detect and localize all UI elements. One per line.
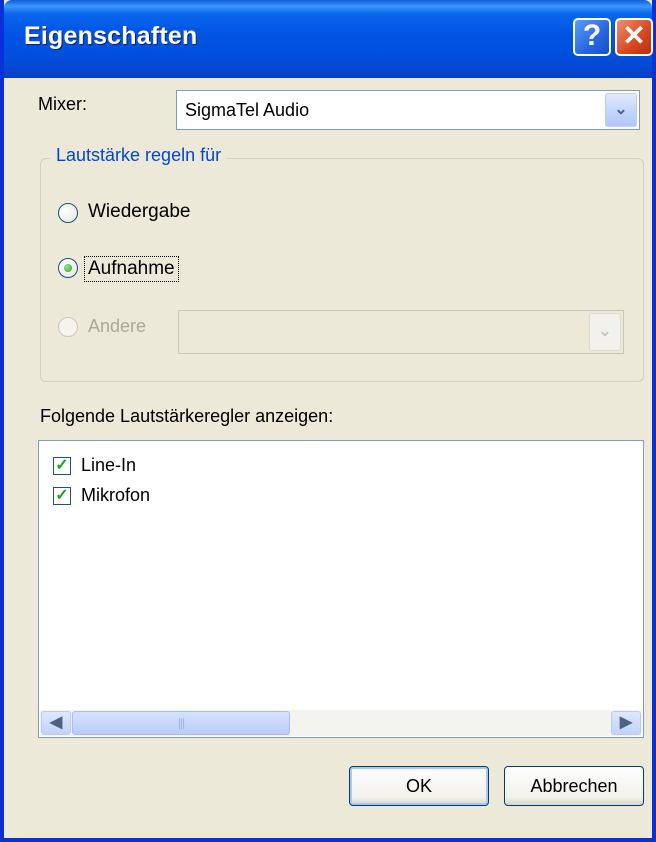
horizontal-scrollbar[interactable]: ◀ ||| ▶ — [40, 710, 642, 736]
controls-listbox[interactable]: ✓ Line-In ✓ Mikrofon ◀ ||| ▶ — [38, 440, 644, 738]
radio-andere — [58, 317, 78, 337]
radio-andere-label: Andere — [88, 316, 147, 336]
list-item-line-in[interactable]: Line-In — [81, 455, 136, 476]
ok-button[interactable]: OK — [349, 766, 489, 806]
close-button[interactable]: ✕ — [615, 18, 653, 56]
properties-dialog: Eigenschaften ? ✕ Mixer: SigmaTel Audio … — [0, 0, 656, 842]
mixer-dropdown[interactable]: SigmaTel Audio ⌄ — [176, 90, 640, 130]
cancel-button[interactable]: Abbrechen — [504, 766, 644, 806]
mixer-dropdown-value: SigmaTel Audio — [185, 100, 310, 120]
checkbox-line-in[interactable]: ✓ — [53, 457, 71, 475]
radio-selected-dot — [64, 264, 72, 272]
volume-group-legend: Lautstärke regeln für — [50, 145, 228, 166]
radio-wiedergabe[interactable] — [58, 203, 78, 223]
window-title: Eigenschaften — [24, 22, 198, 50]
list-item-mikrofon[interactable]: Mikrofon — [81, 485, 150, 506]
chevron-down-icon[interactable]: ⌄ — [605, 93, 637, 127]
radio-wiedergabe-label[interactable]: Wiedergabe — [88, 201, 190, 223]
radio-aufnahme[interactable] — [58, 258, 78, 278]
chevron-right-icon[interactable]: ▶ — [611, 711, 641, 735]
checkbox-mikrofon[interactable]: ✓ — [53, 487, 71, 505]
chevron-left-icon[interactable]: ◀ — [41, 711, 71, 735]
scrollbar-thumb[interactable]: ||| — [72, 711, 290, 735]
title-bar[interactable]: Eigenschaften ? ✕ — [4, 0, 653, 78]
mixer-label: Mixer: — [38, 94, 87, 114]
help-button[interactable]: ? — [573, 18, 611, 56]
radio-aufnahme-label[interactable]: Aufnahme — [84, 256, 179, 282]
controls-list-label: Folgende Lautstärkeregler anzeigen: — [40, 406, 334, 426]
other-device-dropdown: ⌄ — [178, 310, 624, 354]
chevron-down-icon: ⌄ — [589, 313, 621, 351]
